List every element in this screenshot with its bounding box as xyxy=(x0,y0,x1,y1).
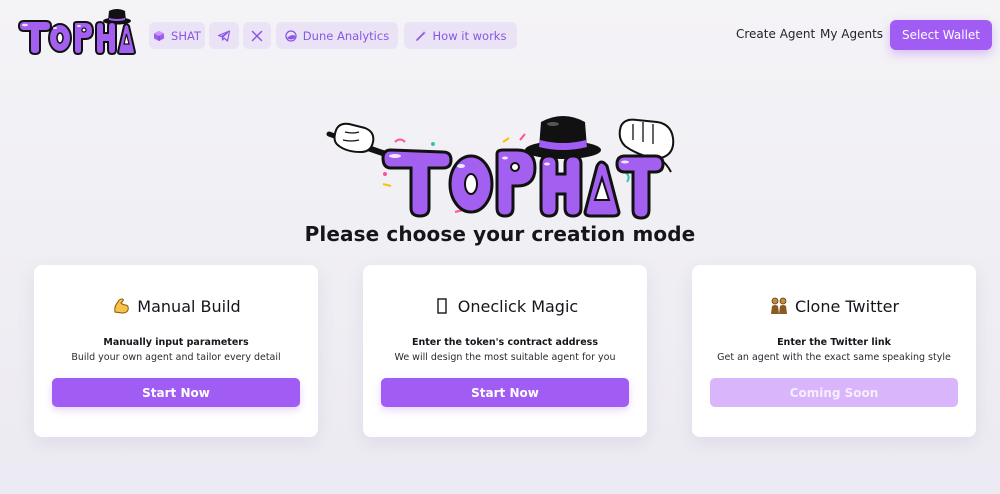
top-hat-hero-logo xyxy=(326,116,675,220)
dune-icon xyxy=(285,29,297,42)
card-description: We will design the most suitable agent f… xyxy=(394,352,616,363)
top-hat-icon xyxy=(525,116,601,159)
oneclick-magic-card: Oneclick Magic Enter the token's contrac… xyxy=(363,265,647,437)
token-label: SHAT xyxy=(171,28,201,43)
top-hat-logo[interactable] xyxy=(16,6,138,56)
top-navbar: SHAT Dune Analytics How it works Create … xyxy=(0,0,1000,68)
token-link[interactable]: SHAT xyxy=(149,22,205,49)
create-agent-link[interactable]: Create Agent xyxy=(736,27,815,41)
top-hat-wordmark xyxy=(381,148,665,220)
x-logo-icon xyxy=(251,30,263,41)
clone-twitter-coming-soon-button: Coming Soon xyxy=(710,378,958,407)
twins-icon xyxy=(769,296,789,316)
card-title: Manual Build xyxy=(137,296,241,316)
select-wallet-button[interactable]: Select Wallet xyxy=(890,20,992,50)
dune-analytics-link[interactable]: Dune Analytics xyxy=(276,22,398,49)
card-subtitle: Enter the Twitter link xyxy=(777,337,891,348)
telegram-icon xyxy=(217,29,231,42)
telegram-link[interactable] xyxy=(209,22,239,49)
x-twitter-link[interactable] xyxy=(243,22,271,49)
card-subtitle: Enter the token's contract address xyxy=(412,337,598,348)
manual-build-card: Manual Build Manually input parameters B… xyxy=(34,265,318,437)
how-it-works-link[interactable]: How it works xyxy=(404,22,517,49)
dune-label: Dune Analytics xyxy=(302,28,390,43)
card-title: Clone Twitter xyxy=(794,296,900,316)
my-agents-link[interactable]: My Agents xyxy=(820,27,883,41)
card-description: Get an agent with the exact same speakin… xyxy=(717,352,951,363)
card-title: Oneclick Magic xyxy=(457,296,579,316)
card-description: Build your own agent and tailor every de… xyxy=(71,352,281,363)
manual-build-start-button[interactable]: Start Now xyxy=(52,378,300,407)
page-headline: Please choose your creation mode xyxy=(304,222,696,246)
cube-icon xyxy=(154,30,165,41)
how-label: How it works xyxy=(432,28,507,43)
magic-wand-icon xyxy=(415,30,426,41)
missing-glyph-icon xyxy=(432,296,452,316)
card-subtitle: Manually input parameters xyxy=(103,337,249,348)
flexed-biceps-icon xyxy=(111,296,131,316)
oneclick-magic-start-button[interactable]: Start Now xyxy=(381,378,629,407)
clone-twitter-card: Clone Twitter Enter the Twitter link Get… xyxy=(692,265,976,437)
